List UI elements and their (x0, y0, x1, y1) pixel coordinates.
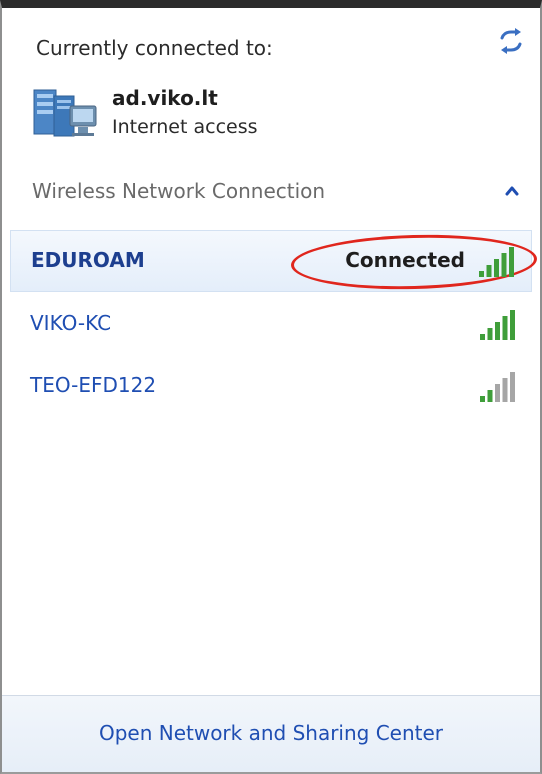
connection-access-status: Internet access (112, 116, 258, 138)
open-network-sharing-center-link[interactable]: Open Network and Sharing Center (2, 721, 540, 745)
signal-bar (480, 334, 485, 340)
network-ssid: VIKO-KC (30, 311, 112, 335)
signal-bar (480, 396, 485, 402)
signal-bar (487, 390, 493, 402)
signal-bar (501, 253, 507, 277)
signal-bar (494, 259, 499, 277)
network-ssid: TEO-EFD122 (30, 373, 157, 397)
network-item-eduroam[interactable]: EDUROAM Connected (10, 230, 538, 293)
signal-bar (509, 247, 514, 277)
wireless-network-list: EDUROAM Connected VIKO-KC TEO-EFD122 (10, 230, 538, 418)
signal-bar (502, 316, 508, 340)
wireless-section-header[interactable]: Wireless Network Connection (2, 160, 540, 222)
network-flyout: Currently connected to: ad.viko.lt Inter… (0, 0, 542, 774)
signal-bar (510, 372, 515, 402)
network-ssid: EDUROAM (31, 248, 145, 272)
footer-bar: Open Network and Sharing Center (2, 695, 540, 772)
chevron-up-icon[interactable] (504, 184, 520, 198)
wireless-section-title: Wireless Network Connection (32, 179, 326, 203)
signal-bar (487, 328, 493, 340)
signal-strength-icon (479, 247, 514, 277)
signal-bar (486, 265, 492, 277)
signal-strength-icon (480, 372, 515, 402)
current-connection-section: Currently connected to: ad.viko.lt Inter… (2, 8, 540, 161)
signal-bar (495, 322, 500, 340)
network-item-viko-kc[interactable]: VIKO-KC (10, 294, 532, 354)
signal-bar (479, 271, 484, 277)
signal-bar (510, 310, 515, 340)
refresh-icon[interactable] (496, 26, 526, 56)
connected-network-name: ad.viko.lt (112, 86, 218, 110)
signal-bar (502, 378, 508, 402)
signal-strength-icon (480, 310, 515, 340)
network-item-teo-efd122[interactable]: TEO-EFD122 (10, 356, 532, 416)
current-connection-title: Currently connected to: (36, 36, 273, 60)
network-domain-icon (33, 89, 97, 137)
signal-bar (495, 384, 500, 402)
